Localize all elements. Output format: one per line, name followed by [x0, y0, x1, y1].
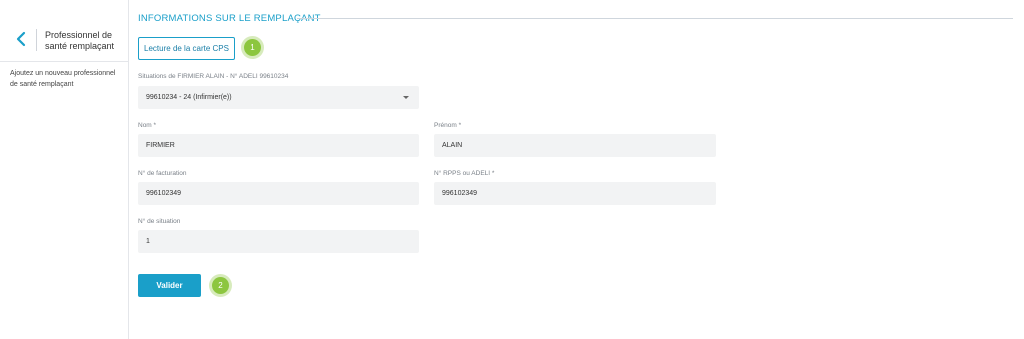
- rpps-label: N° RPPS ou ADELI *: [434, 170, 495, 177]
- chevron-left-icon[interactable]: [15, 31, 29, 47]
- situations-label: Situations de FIRMIER ALAIN - N° ADELI 9…: [138, 73, 289, 80]
- sidebar-separator: [0, 61, 128, 62]
- situation-number-field[interactable]: 1: [138, 230, 419, 253]
- nom-label: Nom *: [138, 122, 157, 129]
- facturation-label: N° de facturation: [138, 170, 187, 177]
- rpps-field[interactable]: 996102349: [434, 182, 716, 205]
- caret-down-icon: [403, 96, 409, 99]
- prenom-label: Prénom *: [434, 122, 462, 129]
- facturation-field[interactable]: 996102349: [138, 182, 419, 205]
- valider-button[interactable]: Valider: [138, 274, 201, 297]
- step-badge-1: 1: [244, 39, 261, 56]
- situation-number-label: N° de situation: [138, 218, 181, 225]
- prenom-field[interactable]: ALAIN: [434, 134, 716, 157]
- sidebar-title: Professionnel de santé remplaçant: [45, 30, 115, 51]
- sidebar: Professionnel de santé remplaçant Ajoute…: [0, 0, 129, 339]
- sidebar-description: Ajoutez un nouveau professionnel de sant…: [10, 70, 116, 88]
- section-title: INFORMATIONS SUR LE REMPLAÇANT: [138, 13, 321, 24]
- situations-select[interactable]: 99610234 - 24 (Infirmier(e)): [138, 86, 419, 109]
- back-divider: [36, 29, 37, 51]
- read-cps-card-button[interactable]: Lecture de la carte CPS: [138, 37, 235, 60]
- situations-selected-value: 99610234 - 24 (Infirmier(e)): [146, 94, 232, 101]
- step-badge-2: 2: [212, 277, 229, 294]
- section-divider: [297, 18, 1013, 19]
- nom-field[interactable]: FIRMIER: [138, 134, 419, 157]
